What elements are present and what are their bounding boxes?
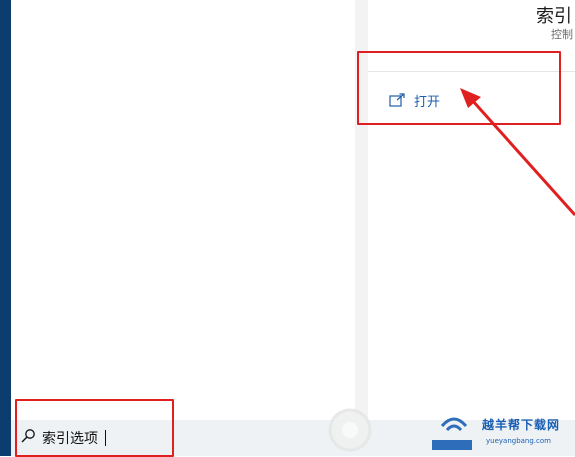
watermark-url: yueyangbang.com	[486, 437, 551, 445]
left-accent-bar	[0, 0, 11, 456]
results-pane	[11, 0, 355, 420]
annotation-box-open	[357, 51, 561, 125]
annotation-box-search	[15, 399, 174, 457]
app-subtitle: 控制	[551, 28, 573, 41]
app-title: 索引	[536, 6, 572, 27]
watermark-title: 越羊帮下载网	[482, 418, 561, 432]
